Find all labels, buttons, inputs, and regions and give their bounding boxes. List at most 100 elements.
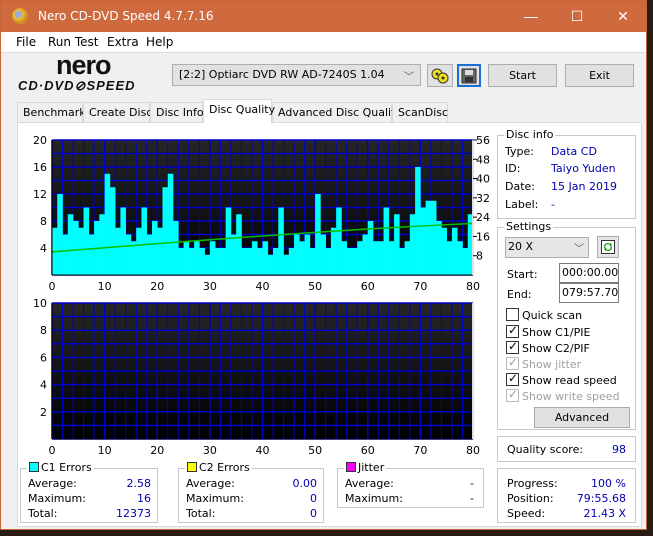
y2-tick-label: 32	[476, 192, 490, 205]
drive-select[interactable]: [2:2] Optiarc DVD RW AD-7240S 1.04 ﹀	[172, 64, 421, 86]
disc-info-button[interactable]	[427, 64, 453, 87]
y-tick-label: 6	[40, 351, 47, 364]
exit-button[interactable]: Exit	[565, 64, 634, 87]
x-tick-label: 50	[308, 444, 322, 457]
toolbar: nero CD·DVD⊘SPEED [2:2] Optiarc DVD RW A…	[1, 50, 646, 96]
c1-bar	[78, 227, 84, 275]
show-write-speed-checkbox[interactable]: ✓ Show write speed	[506, 387, 620, 403]
c1-bar	[241, 248, 248, 275]
date-label: Date:	[505, 180, 535, 193]
c2-maximum-label: Maximum:	[186, 492, 244, 505]
chevron-down-icon: ﹀	[404, 72, 414, 83]
quick-scan-checkbox[interactable]: Quick scan	[506, 308, 582, 322]
tab-disc-quality[interactable]: Disc Quality	[203, 99, 275, 123]
c1-bar	[136, 227, 142, 275]
jitter-maximum-value: -	[470, 492, 474, 505]
c1-bar	[388, 241, 395, 275]
c1-total-value: 12373	[116, 507, 151, 520]
tab-create-disc[interactable]: Create Disc	[83, 102, 152, 122]
x-tick-label: 30	[203, 444, 217, 457]
c1-bar	[373, 241, 379, 275]
c1-bar	[157, 227, 163, 275]
c1-bar	[125, 234, 132, 275]
advanced-button[interactable]: Advanced	[534, 407, 630, 428]
c1-color-swatch	[29, 462, 39, 472]
checkmark-icon: ✓	[508, 371, 519, 385]
refresh-icon	[601, 240, 615, 254]
c1-bar	[215, 248, 221, 275]
tab-disc-info[interactable]: Disc Info	[150, 102, 204, 122]
c2-total-value: 0	[310, 507, 317, 520]
c1-bar	[262, 241, 269, 275]
c1-bar	[57, 194, 63, 275]
c1-maximum-label: Maximum:	[28, 492, 86, 505]
c2-maximum-value: 0	[310, 492, 317, 505]
start-button[interactable]: Start	[488, 64, 557, 87]
c2-color-swatch	[187, 462, 197, 472]
speed-select[interactable]: 20 X ﹀	[505, 237, 589, 258]
tab-scandisc[interactable]: ScanDisc	[392, 102, 448, 122]
save-button[interactable]	[457, 64, 481, 87]
start-label: Start:	[507, 268, 538, 281]
c1-bar	[251, 241, 258, 275]
c1-bar	[183, 241, 190, 275]
settings-title: Settings	[504, 220, 554, 233]
show-c1-label: Show C1/PIE	[522, 326, 591, 339]
progress-group: Progress: 100 % Position: 79:55.68 Speed…	[497, 468, 636, 523]
menu-run-test[interactable]: Run Test	[48, 35, 98, 49]
c1-bar	[430, 200, 437, 275]
c1-bar	[162, 187, 169, 275]
y2-tick-label: 40	[476, 173, 490, 186]
c2-errors-title: C2 Errors	[185, 461, 252, 474]
c1-errors-group: C1 Errors Average: 2.58 Maximum: 16 Tota…	[20, 461, 158, 523]
menu-help[interactable]: Help	[146, 35, 173, 49]
c1-bar	[362, 234, 369, 275]
c1-bar	[425, 200, 432, 275]
position-label: Position:	[507, 492, 554, 505]
c1-bar	[383, 207, 390, 275]
menu-extra[interactable]: Extra	[107, 35, 139, 49]
checkmark-icon: ✓	[508, 355, 519, 369]
c1-bar	[115, 227, 121, 275]
show-c2-label: Show C2/PIF	[522, 342, 590, 355]
c1-bar	[178, 248, 184, 275]
end-time-input[interactable]: 079:57.70	[559, 283, 619, 303]
c1-bar	[246, 248, 253, 275]
c1-bar	[104, 173, 111, 275]
show-jitter-checkbox[interactable]: ✓ Show jitter	[506, 355, 581, 371]
show-c2-checkbox[interactable]: ✓ Show C2/PIF	[506, 339, 590, 355]
c1-total-label: Total:	[28, 507, 58, 520]
menu-file[interactable]: File	[16, 35, 36, 49]
minimize-button[interactable]: —	[508, 1, 554, 32]
start-time-input[interactable]: 000:00.00	[559, 263, 619, 283]
c1-bar	[399, 248, 405, 275]
c1-bar	[188, 248, 195, 275]
y-tick-label: 8	[40, 324, 47, 337]
show-c1-checkbox[interactable]: ✓ Show C1/PIE	[506, 323, 591, 339]
c1-bar	[394, 214, 400, 275]
c1-average-label: Average:	[28, 477, 77, 490]
disc-type-value: Data CD	[551, 145, 597, 158]
c1-bar	[204, 254, 211, 275]
y2-tick-label: 56	[476, 134, 490, 147]
x-tick-label: 80	[466, 444, 480, 457]
close-button[interactable]: ✕	[600, 1, 646, 32]
c1-maximum-value: 16	[137, 492, 151, 505]
refresh-speed-button[interactable]	[597, 236, 619, 258]
settings-group: Settings 20 X ﹀ Start: 000:00.00 End: 07…	[497, 220, 636, 430]
x-tick-label: 40	[256, 444, 270, 457]
disc-cluster-icon	[431, 68, 449, 84]
tab-benchmark[interactable]: Benchmark	[17, 102, 86, 122]
c1-bar	[109, 187, 116, 275]
position-value: 79:55.68	[576, 492, 626, 505]
c1-bar	[299, 241, 305, 275]
tab-advanced-disc-quality[interactable]: Advanced Disc Quality	[272, 102, 402, 122]
quality-score-label: Quality score:	[507, 443, 584, 456]
jitter-average-label: Average:	[345, 477, 394, 490]
show-read-speed-checkbox[interactable]: ✓ Show read speed	[506, 371, 617, 387]
maximize-button[interactable]: ☐	[554, 1, 600, 32]
c1-bar	[230, 234, 237, 275]
speed-value: 21.43 X	[583, 507, 626, 520]
c1-bar	[120, 207, 126, 275]
logo-nero-text: nero	[56, 50, 112, 80]
